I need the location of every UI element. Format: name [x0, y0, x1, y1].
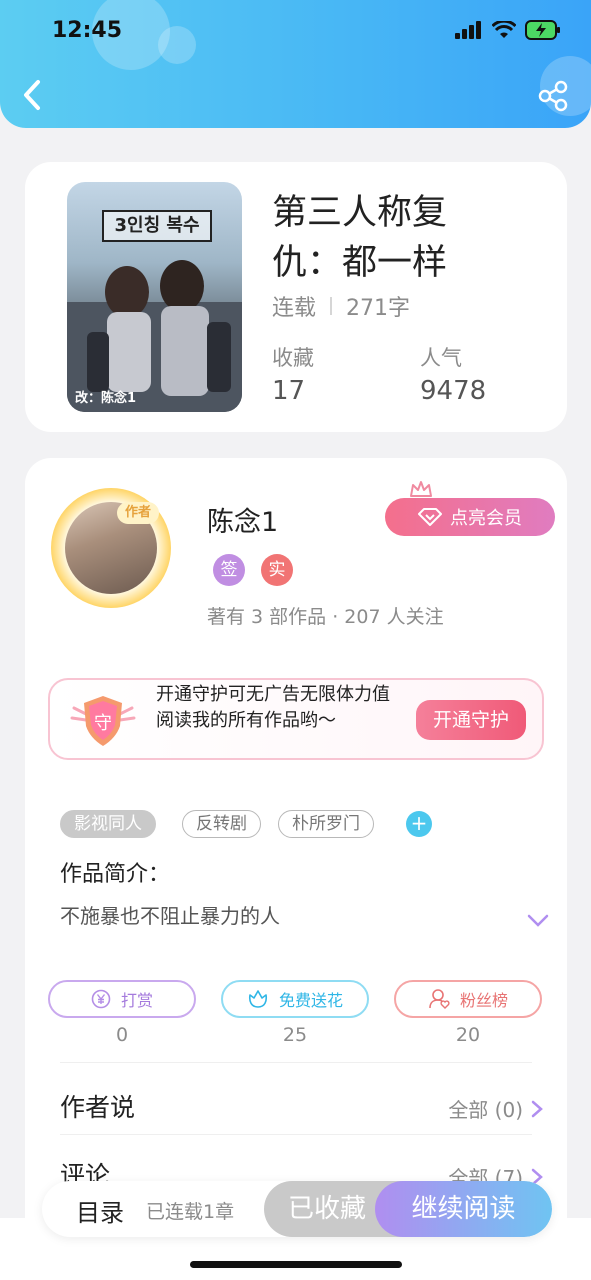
tip-label: 打赏	[120, 991, 153, 1010]
popularity-value: 9478	[420, 376, 487, 406]
vip-button-label: 点亮会员	[450, 508, 522, 529]
vip-button[interactable]: 点亮会员	[385, 498, 555, 536]
tag-film-fanfic[interactable]: 影视同人	[60, 810, 156, 838]
divider	[60, 1062, 532, 1063]
author-name[interactable]: 陈念1	[207, 500, 278, 539]
badge-sign: 签	[213, 554, 245, 586]
book-cover[interactable]: 3인칭 복수 改：陈念1	[67, 182, 242, 412]
word-count: 271字	[346, 296, 411, 321]
toc-button[interactable]: 目录	[76, 1193, 124, 1228]
author-says-count: 全部 (0)	[448, 1098, 523, 1122]
author-tag: 作者	[117, 502, 159, 524]
guard-text: 开通守护可无广告无限体力值阅读我的所有作品哟～	[156, 684, 390, 731]
chevron-right-icon	[531, 1100, 543, 1117]
details-card: 作者 陈念1 签 实 著有 3 部作品 · 207 人关注 点亮会员 守 开通守…	[25, 458, 567, 1280]
add-tag-button[interactable]: +	[406, 811, 432, 837]
guard-shield-icon: 守	[70, 696, 136, 746]
diamond-icon	[418, 508, 442, 526]
cover-title: 3인칭 복수	[102, 210, 212, 242]
tip-button[interactable]: 打赏	[48, 980, 196, 1018]
fan-count: 20	[455, 1024, 481, 1046]
battery-icon	[525, 20, 560, 40]
send-flower-button[interactable]: 免费送花	[221, 980, 369, 1018]
yen-icon	[91, 989, 111, 1009]
book-meta: 连载 271字	[272, 290, 410, 322]
crown-icon	[410, 481, 432, 497]
author-says-title[interactable]: 作者说	[60, 1088, 135, 1124]
guard-button[interactable]: 开通守护	[416, 700, 526, 740]
tag-reversal[interactable]: 反转剧	[182, 810, 261, 838]
intro-text: 不施暴也不阻止暴力的人	[60, 904, 280, 928]
expand-chevron-icon[interactable]	[527, 914, 549, 928]
guard-shield-text: 守	[94, 713, 112, 734]
back-chevron-icon[interactable]	[18, 78, 48, 112]
cover-author-text: 改：陈念1	[75, 391, 137, 406]
divider	[60, 1134, 532, 1135]
fans-icon	[429, 989, 450, 1009]
intro-title: 作品简介：	[60, 862, 171, 887]
favorites-value: 17	[272, 376, 306, 406]
status-time: 12:45	[52, 18, 123, 43]
serial-status: 已连载1章	[146, 1201, 235, 1223]
author-says-link[interactable]: 全部 (0)	[448, 1094, 543, 1123]
header: 12:45	[0, 0, 591, 128]
popularity-label: 人气	[420, 346, 462, 370]
home-indicator	[190, 1261, 402, 1268]
badge-real: 实	[261, 554, 293, 586]
flower-count: 25	[282, 1024, 308, 1046]
wifi-icon	[492, 21, 516, 38]
signal-icon	[455, 21, 481, 39]
book-status: 连载	[272, 296, 317, 321]
continue-reading-button[interactable]: 继续阅读	[375, 1181, 552, 1237]
send-flower-label: 免费送花	[278, 991, 343, 1010]
author-avatar[interactable]: 作者	[51, 488, 171, 608]
tip-count: 0	[115, 1024, 129, 1046]
book-title: 第三人称复仇：都一样	[272, 193, 448, 283]
tag-solomon[interactable]: 朴所罗门	[278, 810, 374, 838]
decor-bubble	[158, 26, 196, 64]
flower-icon	[248, 990, 268, 1008]
bottom-bar: 目录 已连载1章 已收藏 继续阅读	[42, 1181, 552, 1237]
share-icon[interactable]	[537, 80, 569, 112]
fan-ranking-label: 粉丝榜	[459, 991, 508, 1010]
fan-ranking-button[interactable]: 粉丝榜	[394, 980, 542, 1018]
guard-banner: 守 开通守护可无广告无限体力值阅读我的所有作品哟～ 开通守护	[48, 678, 544, 760]
divider	[330, 297, 333, 315]
author-stats: 著有 3 部作品 · 207 人关注	[207, 606, 444, 628]
status-icons	[455, 20, 561, 40]
favorites-label: 收藏	[272, 346, 314, 370]
book-info-card: 3인칭 복수 改：陈念1 第三人称复仇：都一样 连载 271字 收藏 17 人气…	[25, 162, 567, 432]
